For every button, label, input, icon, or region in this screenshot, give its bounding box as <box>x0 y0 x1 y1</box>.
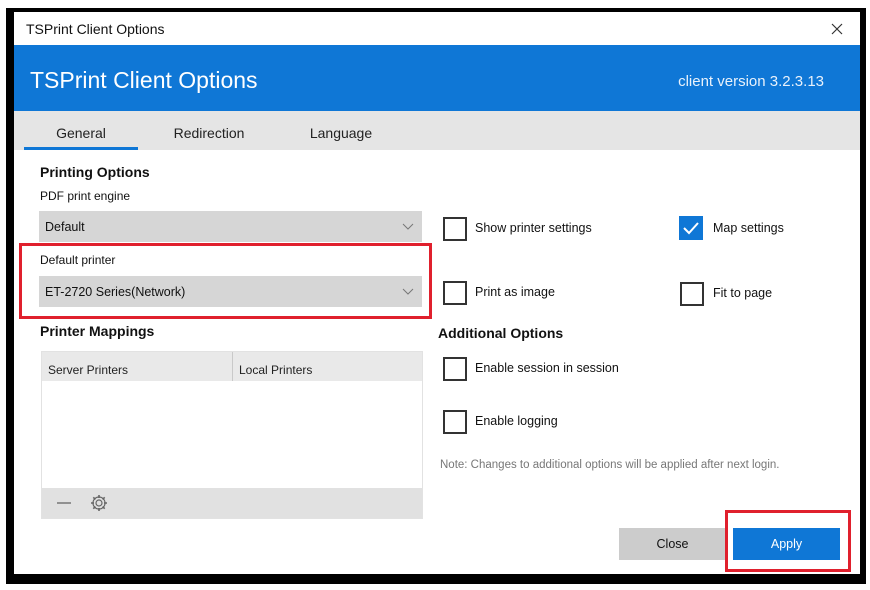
options-dialog: TSPrint Client Options TSPrint Client Op… <box>14 12 860 574</box>
column-separator <box>232 352 233 381</box>
close-icon <box>831 23 843 35</box>
close-window-button[interactable] <box>824 16 850 42</box>
column-local-printers[interactable]: Local Printers <box>239 352 312 381</box>
title-bar: TSPrint Client Options <box>14 12 860 45</box>
print-as-image-label[interactable]: Print as image <box>475 285 555 299</box>
chevron-down-icon <box>402 223 414 230</box>
enable-session-checkbox[interactable] <box>443 357 467 381</box>
show-printer-settings-checkbox[interactable] <box>443 217 467 241</box>
print-as-image-checkbox[interactable] <box>443 281 467 305</box>
enable-session-label[interactable]: Enable session in session <box>475 361 619 375</box>
remove-mapping-icon[interactable] <box>56 496 72 510</box>
map-settings-label[interactable]: Map settings <box>713 221 784 235</box>
printer-mappings-heading: Printer Mappings <box>40 323 155 339</box>
show-printer-settings-label[interactable]: Show printer settings <box>475 221 592 235</box>
default-printer-select[interactable]: ET-2720 Series(Network) <box>39 276 422 307</box>
additional-options-heading: Additional Options <box>438 325 564 341</box>
apply-button[interactable]: Apply <box>733 528 840 560</box>
printing-options-heading: Printing Options <box>40 164 150 180</box>
client-version: client version 3.2.3.13 <box>678 73 824 90</box>
column-server-printers[interactable]: Server Printers <box>48 352 128 381</box>
dialog-heading: TSPrint Client Options <box>30 67 258 93</box>
tab-language[interactable]: Language <box>286 111 396 150</box>
additional-options-note: Note: Changes to additional options will… <box>440 459 780 471</box>
tab-bar: General Redirection Language <box>14 111 860 150</box>
checkmark-icon <box>683 222 699 235</box>
table-toolbar <box>42 488 422 518</box>
chevron-down-icon <box>402 288 414 295</box>
pdf-engine-select[interactable]: Default <box>39 211 422 242</box>
table-header: Server Printers Local Printers <box>42 352 422 381</box>
window-title: TSPrint Client Options <box>26 21 165 37</box>
header-banner: TSPrint Client Options client version 3.… <box>14 45 860 111</box>
default-printer-label: Default printer <box>40 253 116 267</box>
tab-redirection[interactable]: Redirection <box>154 111 264 150</box>
close-button[interactable]: Close <box>619 528 726 560</box>
pdf-engine-value: Default <box>45 220 85 234</box>
printer-mappings-table[interactable]: Server Printers Local Printers <box>41 351 423 519</box>
enable-logging-checkbox[interactable] <box>443 410 467 434</box>
enable-logging-label[interactable]: Enable logging <box>475 414 558 428</box>
fit-to-page-label[interactable]: Fit to page <box>713 286 772 300</box>
pdf-engine-label: PDF print engine <box>40 189 131 203</box>
gear-icon[interactable] <box>89 493 109 513</box>
map-settings-checkbox[interactable] <box>679 216 703 240</box>
tab-general[interactable]: General <box>24 111 138 150</box>
fit-to-page-checkbox[interactable] <box>680 282 704 306</box>
default-printer-value: ET-2720 Series(Network) <box>45 285 186 299</box>
